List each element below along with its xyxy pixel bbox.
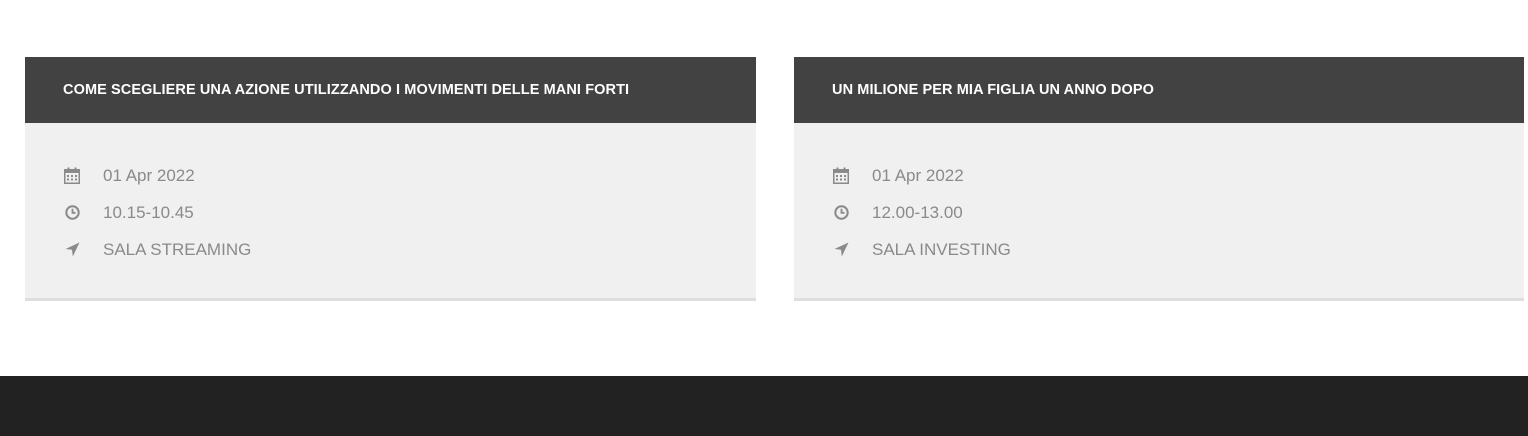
clock-icon (63, 204, 81, 222)
event-date-row: 01 Apr 2022 (63, 157, 756, 194)
event-date-row: 01 Apr 2022 (832, 157, 1524, 194)
event-card-header: UN MILIONE PER MIA FIGLIA UN ANNO DOPO (794, 57, 1524, 123)
calendar-icon (832, 167, 850, 185)
event-time-row: 10.15-10.45 (63, 194, 756, 231)
event-date: 01 Apr 2022 (103, 165, 195, 185)
event-time-row: 12.00-13.00 (832, 194, 1524, 231)
event-location: SALA STREAMING (103, 239, 252, 259)
event-location-row: SALA STREAMING (63, 231, 756, 268)
page-footer (0, 376, 1528, 436)
event-title[interactable]: UN MILIONE PER MIA FIGLIA UN ANNO DOPO (832, 82, 1154, 98)
clock-icon (832, 204, 850, 222)
event-card-body: 01 Apr 2022 10.15-10.45 SALA STREAMING (25, 123, 756, 268)
location-arrow-icon (832, 241, 850, 259)
event-card[interactable]: UN MILIONE PER MIA FIGLIA UN ANNO DOPO 0… (794, 57, 1524, 301)
event-time: 12.00-13.00 (872, 202, 963, 222)
event-card-body: 01 Apr 2022 12.00-13.00 SALA INVESTING (794, 123, 1524, 268)
event-date: 01 Apr 2022 (872, 165, 964, 185)
event-title[interactable]: COME SCEGLIERE UNA AZIONE UTILIZZANDO I … (63, 82, 629, 98)
event-location: SALA INVESTING (872, 239, 1011, 259)
event-time: 10.15-10.45 (103, 202, 194, 222)
event-card[interactable]: COME SCEGLIERE UNA AZIONE UTILIZZANDO I … (25, 57, 756, 301)
calendar-icon (63, 167, 81, 185)
event-card-header: COME SCEGLIERE UNA AZIONE UTILIZZANDO I … (25, 57, 756, 123)
event-location-row: SALA INVESTING (832, 231, 1524, 268)
location-arrow-icon (63, 241, 81, 259)
